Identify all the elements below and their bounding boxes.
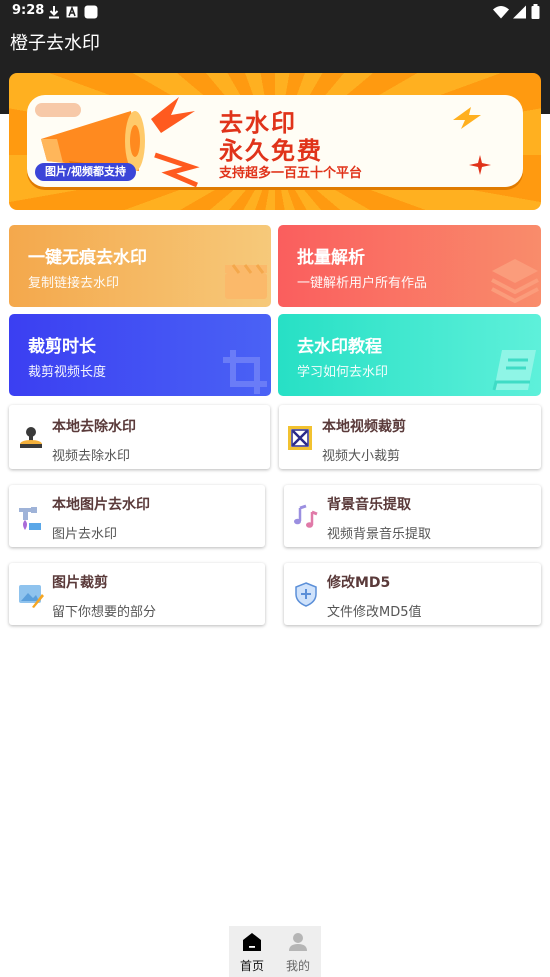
card-one-click-remove[interactable]: 一键无痕去水印 复制链接去水印 (9, 225, 271, 307)
banner-tagline: 支持超多一百五十个平台 (219, 166, 363, 181)
promo-banner[interactable]: 去水印 永久免费 支持超多一百五十个平台 图片/视频都支持 (9, 73, 541, 210)
tool-title: 背景音乐提取 (327, 497, 411, 513)
notification-icons (48, 4, 98, 23)
tool-subtitle: 视频去除水印 (52, 449, 131, 464)
nav-mine[interactable]: 我的 (275, 926, 321, 977)
clapperboard-icon (225, 264, 267, 299)
banner-pill: 图片/视频都支持 (35, 163, 137, 181)
card-title: 批量解析 (297, 248, 365, 268)
card-subtitle: 复制链接去水印 (28, 276, 120, 291)
card-subtitle: 裁剪视频长度 (28, 365, 107, 380)
tool-local-remove-watermark[interactable]: 本地去除水印 视频去除水印 (9, 405, 270, 469)
signal-icon (513, 4, 527, 23)
tool-title: 本地视频裁剪 (322, 419, 406, 435)
card-subtitle: 一键解析用户所有作品 (297, 276, 428, 291)
tool-modify-md5[interactable]: 修改MD5 文件修改MD5值 (284, 563, 541, 625)
banner-headline-2: 永久免费 (219, 137, 323, 165)
book-icon (492, 350, 536, 391)
tool-subtitle: 视频背景音乐提取 (327, 527, 432, 542)
tool-title: 本地图片去水印 (52, 497, 150, 513)
home-icon (243, 933, 261, 951)
bottom-nav: 首页 我的 (229, 926, 321, 977)
nav-home[interactable]: 首页 (229, 926, 275, 977)
crop-icon (223, 350, 267, 394)
crop-frame-icon (288, 426, 312, 450)
faucet-icon (19, 507, 41, 530)
music-notes-icon (294, 504, 318, 528)
nav-label: 首页 (239, 959, 264, 973)
font-icon (66, 4, 78, 23)
user-icon (289, 933, 307, 951)
tool-title: 图片裁剪 (52, 575, 108, 591)
shield-icon (295, 582, 317, 607)
sparkle-icon (469, 155, 491, 175)
card-title: 去水印教程 (297, 337, 382, 357)
tool-bgm-extract[interactable]: 背景音乐提取 视频背景音乐提取 (284, 485, 541, 547)
stamp-icon (20, 427, 42, 448)
tool-image-crop[interactable]: 图片裁剪 留下你想要的部分 (9, 563, 265, 625)
status-bar: 9:28 (0, 0, 550, 24)
card-title: 一键无痕去水印 (28, 248, 147, 268)
image-edit-icon (19, 585, 44, 608)
tool-local-image-remove-watermark[interactable]: 本地图片去水印 图片去水印 (9, 485, 265, 547)
card-subtitle: 学习如何去水印 (297, 365, 389, 380)
tool-title: 本地去除水印 (52, 419, 136, 435)
card-batch-parse[interactable]: 批量解析 一键解析用户所有作品 (278, 225, 541, 307)
tool-subtitle: 文件修改MD5值 (327, 605, 422, 620)
battery-icon (531, 4, 540, 23)
tool-local-video-crop[interactable]: 本地视频裁剪 视频大小裁剪 (279, 405, 541, 469)
card-title: 裁剪时长 (28, 337, 96, 357)
tool-subtitle: 图片去水印 (52, 527, 118, 542)
app-square-icon (84, 4, 98, 23)
tool-subtitle: 留下你想要的部分 (52, 605, 157, 620)
tool-title: 修改MD5 (327, 575, 391, 591)
status-time: 9:28 (12, 3, 45, 18)
layers-icon (491, 259, 539, 304)
wifi-icon (493, 4, 509, 23)
download-icon (48, 4, 60, 23)
card-tutorial[interactable]: 去水印教程 学习如何去水印 (278, 314, 541, 396)
nav-label: 我的 (285, 959, 310, 973)
app-title: 橙子去水印 (10, 33, 100, 54)
lightning-icon (453, 107, 481, 129)
card-trim-duration[interactable]: 裁剪时长 裁剪视频长度 (9, 314, 271, 396)
tool-subtitle: 视频大小裁剪 (322, 449, 401, 464)
